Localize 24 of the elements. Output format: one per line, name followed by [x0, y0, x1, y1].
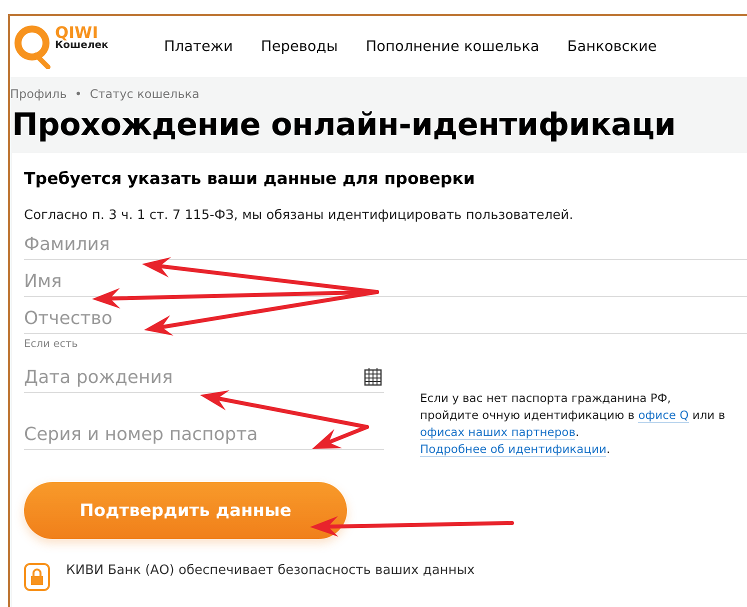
input-field[interactable]: Серия и номер паспорта: [24, 413, 384, 450]
info-text: Если у вас нет паспорта гражданина РФ, пройдите очную идентификацию в офисе Q или в офисах наших партнеров. Подробнее об идентификации.: [420, 390, 726, 458]
breadcrumb: •: [74, 87, 82, 101]
lock-icon: [24, 563, 50, 591]
nav-link[interactable]: Платежи: [164, 38, 233, 54]
breadcrumb: Профиль: [10, 87, 67, 101]
page-title: Прохождение онлайн-идентификаци: [12, 107, 677, 143]
security-note: КИВИ Банк (АО) обеспечивает безопасность ваших данных: [66, 563, 475, 578]
logo-icon: [14, 24, 52, 68]
nav-link[interactable]: Пополнение кошелька: [366, 38, 540, 54]
date-field[interactable]: Дата рождения: [24, 356, 384, 393]
field-hint: Если есть: [24, 338, 79, 350]
logo-brand: QIWI: [55, 24, 98, 40]
form-heading: Требуется указать ваши данные для проверки: [24, 169, 476, 188]
legal-note: Согласно п. 3 ч. 1 ст. 7 115-ФЗ, мы обязаны идентифицировать пользователей.: [24, 208, 574, 223]
nav-link[interactable]: Банковские: [567, 38, 657, 54]
info-link[interactable]: офисах наших партнеров: [420, 425, 576, 440]
calendar-icon[interactable]: [364, 368, 382, 386]
logo-subtitle: Кошелек: [55, 40, 108, 50]
input-field[interactable]: Фамилия: [24, 223, 747, 260]
nav-link[interactable]: Переводы: [260, 38, 338, 54]
breadcrumb: Статус кошелька: [90, 87, 200, 101]
info-link[interactable]: Подробнее об идентификации: [420, 442, 606, 457]
info-link[interactable]: офисе Q: [638, 408, 689, 423]
